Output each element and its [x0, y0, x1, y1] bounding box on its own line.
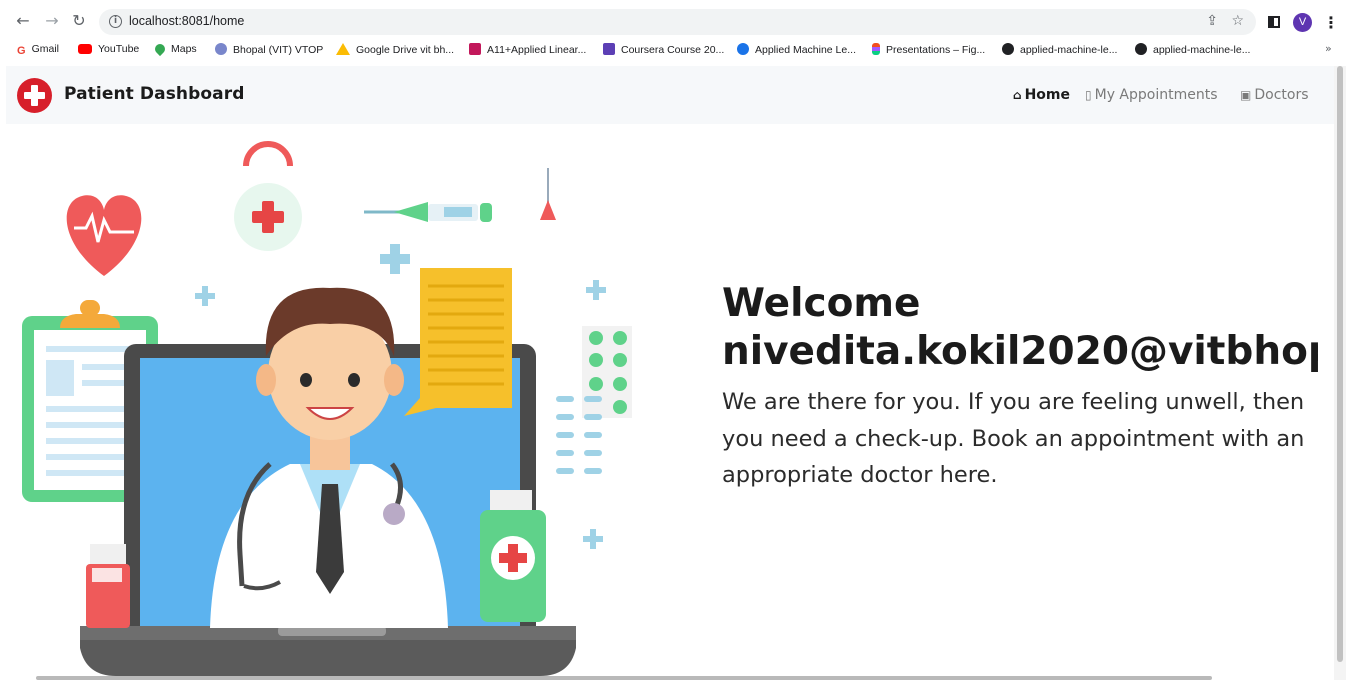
youtube-icon — [78, 44, 92, 54]
share-icon[interactable]: ⇪ — [1206, 13, 1218, 29]
syringe-drop-icon — [540, 168, 556, 220]
pill-bottle-red-illustration — [86, 544, 130, 628]
side-panel-icon[interactable] — [1268, 16, 1280, 28]
github-icon — [1002, 43, 1014, 55]
welcome-message: We are there for you. If you are feeling… — [722, 389, 1305, 488]
pill-blister-illustration — [556, 326, 632, 474]
welcome-heading: Welcome nivedita.kokil2020@vitbhopal. — [722, 280, 1318, 376]
bookmark-gmail[interactable]: G Gmail — [17, 43, 59, 57]
github-icon — [1135, 43, 1147, 55]
hospital-icon: ▣ — [1240, 88, 1252, 102]
home-icon: ⌂ — [1013, 88, 1022, 102]
welcome-line: Welcome — [722, 281, 921, 326]
bookmark-star-icon[interactable]: ☆ — [1231, 13, 1244, 29]
maps-pin-icon — [152, 41, 168, 57]
nav-link-home[interactable]: ⌂ Home — [1013, 87, 1070, 103]
brand-title[interactable]: Patient Dashboard — [64, 84, 244, 104]
first-aid-circle-icon — [234, 183, 302, 251]
forward-arrow-icon[interactable]: → — [41, 10, 63, 32]
browser-chrome: ← → ↻ i localhost:8081/home ⇪ ☆ V ⋮ G Gma… — [0, 0, 1346, 66]
heart-pulse-icon — [66, 195, 142, 276]
address-bar[interactable]: i localhost:8081/home ⇪ ☆ — [99, 9, 1256, 35]
url-text[interactable]: localhost:8081/home — [129, 14, 244, 28]
bookmark-applied-ml[interactable]: Applied Machine Le... — [737, 43, 856, 56]
doctor-illustration — [22, 141, 632, 676]
bookmark-presentations-figma[interactable]: Presentations – Fig... — [872, 43, 985, 56]
forms-icon — [603, 43, 615, 55]
profile-avatar[interactable]: V — [1293, 13, 1312, 32]
vertical-scrollbar[interactable] — [1334, 66, 1346, 680]
document-icon — [469, 43, 481, 55]
bookmarks-bar: G Gmail YouTube Maps Bhopal (VIT) VTOP Go… — [0, 40, 1346, 62]
bookmark-applied-linear[interactable]: A11+Applied Linear... — [469, 43, 586, 56]
bookmark-github-2[interactable]: applied-machine-le... — [1135, 43, 1250, 56]
nav-link-my-appointments[interactable]: ▯ My Appointments — [1085, 87, 1218, 103]
bookmark-coursera[interactable]: Coursera Course 20... — [603, 43, 724, 56]
figma-icon — [872, 43, 880, 55]
back-arrow-icon[interactable]: ← — [12, 10, 34, 32]
chrome-c-icon — [737, 43, 749, 55]
horizontal-scrollbar[interactable] — [36, 676, 1212, 680]
thermometer-icon — [364, 202, 492, 222]
bookmark-google-drive[interactable]: Google Drive vit bh... — [336, 43, 454, 56]
notes-card-illustration — [404, 268, 512, 416]
vertical-scrollbar-thumb[interactable] — [1337, 66, 1343, 662]
more-bookmarks-chevron-icon[interactable]: » — [1325, 42, 1332, 55]
google-drive-icon — [336, 43, 350, 55]
clipboard-icon: ▯ — [1085, 88, 1092, 102]
bookmark-github-1[interactable]: applied-machine-le... — [1002, 43, 1117, 56]
kebab-menu-icon[interactable]: ⋮ — [1323, 13, 1339, 32]
google-g-icon: G — [17, 45, 26, 57]
medical-cross-logo-icon[interactable] — [17, 78, 52, 113]
info-icon[interactable]: i — [109, 15, 122, 28]
reload-icon[interactable]: ↻ — [68, 10, 90, 32]
vtop-icon — [215, 43, 227, 55]
app-navbar: Patient Dashboard ⌂ Home ▯ My Appointments… — [6, 66, 1334, 124]
user-email: nivedita.kokil2020@vitbhopal. — [722, 329, 1318, 374]
nav-link-doctors[interactable]: ▣ Doctors — [1240, 87, 1309, 103]
address-row: ← → ↻ i localhost:8081/home ⇪ ☆ V ⋮ — [0, 6, 1346, 36]
bookmark-vtop[interactable]: Bhopal (VIT) VTOP — [215, 43, 323, 56]
stethoscope-arc-icon — [243, 141, 293, 167]
bookmark-youtube[interactable]: YouTube — [78, 43, 139, 55]
bookmark-maps[interactable]: Maps — [152, 41, 197, 57]
